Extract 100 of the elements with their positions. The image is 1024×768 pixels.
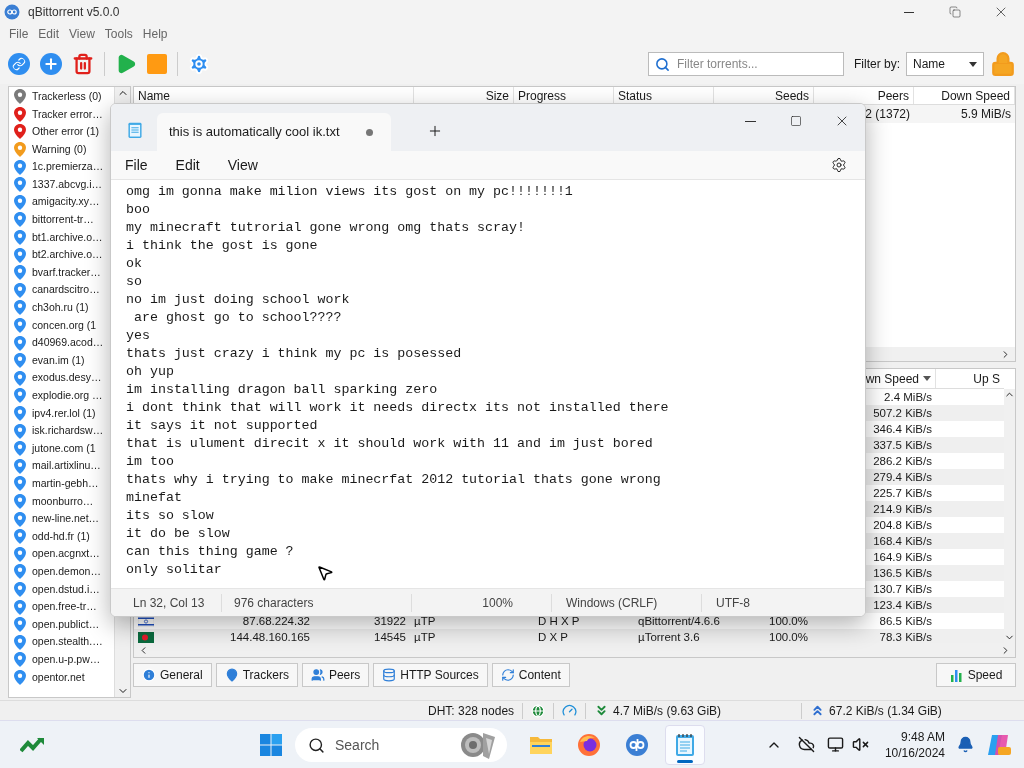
tracker-item[interactable]: mail.artixlinu… — [32, 458, 101, 475]
table-cell: 100.0% — [769, 631, 808, 643]
detail-tab[interactable]: HTTP Sources — [373, 662, 488, 687]
column-header[interactable]: Size — [485, 89, 509, 103]
cloud-off-icon[interactable] — [797, 736, 815, 753]
link-icon[interactable] — [8, 53, 30, 75]
tracker-item[interactable]: open.dstud.i… — [32, 581, 100, 598]
tracker-item[interactable]: odd-hd.fr (1) — [32, 528, 90, 545]
text-line: oh yup — [126, 363, 174, 381]
detail-tab[interactable]: Trackers — [215, 662, 298, 687]
table-cell: 168.4 KiB/s — [873, 535, 932, 547]
tracker-item[interactable]: concen.org (1 — [32, 317, 97, 334]
menu-item[interactable]: Tools — [99, 25, 138, 43]
tracker-item[interactable]: bvarf.tracker… — [32, 264, 101, 281]
table-cell: 279.4 KiB/s — [873, 471, 932, 483]
tracker-item[interactable]: open.stealth.… — [32, 634, 103, 651]
speaker-muted-icon[interactable] — [851, 736, 869, 753]
tracker-item[interactable]: martin-gebh… — [32, 476, 99, 492]
tracker-item[interactable]: Trackerless (0) — [32, 88, 102, 105]
tracker-item[interactable]: explodie.org … — [32, 388, 103, 404]
clock-time[interactable]: 9:48 AM — [900, 728, 945, 745]
text-line: thats just crazy i think my pc is posessed — [126, 345, 462, 363]
tracker-item[interactable]: canardscitro… — [32, 282, 100, 299]
tracker-item[interactable]: open.demon… — [32, 563, 101, 580]
tracker-item[interactable]: ipv4.rer.lol (1) — [32, 405, 96, 422]
column-header[interactable]: wn Speed — [865, 369, 919, 388]
menu-item[interactable]: File — [115, 154, 158, 176]
sort-arrow-icon — [923, 376, 931, 381]
database-icon — [382, 667, 397, 682]
filter-select[interactable]: Name — [906, 52, 984, 76]
speed-button[interactable]: Speed — [936, 662, 1016, 687]
column-header[interactable]: Name — [138, 89, 170, 103]
column-header[interactable]: Progress — [518, 89, 567, 103]
tracker-item[interactable]: open.u-p.pw… — [32, 651, 101, 668]
menu-item[interactable]: View — [64, 25, 100, 43]
monitor-icon[interactable] — [826, 736, 844, 753]
column-header[interactable]: Seeds — [774, 89, 809, 103]
tracker-item[interactable]: evan.im (1) — [32, 352, 85, 369]
status-text: 976 characters — [234, 595, 314, 610]
tracker-item[interactable]: jutone.com (1 — [32, 440, 96, 457]
column-header[interactable]: Peers — [877, 89, 909, 103]
tracker-item[interactable]: bt2.archive.o… — [32, 247, 103, 263]
menu-item[interactable]: View — [217, 154, 268, 176]
tracker-item[interactable]: Warning (0) — [32, 141, 87, 158]
tracker-item[interactable]: moonburro… — [32, 493, 94, 510]
table-cell: 78.3 KiB/s — [879, 631, 932, 643]
search-field[interactable]: Search — [295, 727, 507, 762]
column-header[interactable]: Up S — [973, 369, 1000, 388]
text-line: im too — [126, 453, 174, 471]
tracker-item[interactable]: amigacity.xy… — [32, 194, 100, 211]
tracker-item[interactable]: open.free-tr… — [32, 599, 97, 615]
text-line: only solitar — [126, 561, 222, 579]
tracker-item[interactable]: d40969.acod… — [32, 335, 104, 351]
detail-tab[interactable]: Content — [491, 662, 570, 687]
file-tab[interactable]: this is automatically cool ik.txt — [157, 113, 391, 151]
tracker-item[interactable]: new-line.net… — [32, 511, 100, 527]
content-icon — [500, 667, 515, 682]
delete-icon[interactable] — [72, 53, 94, 75]
taskbar-app[interactable] — [665, 724, 705, 765]
menu-item[interactable]: Edit — [33, 25, 65, 43]
detail-tab[interactable]: Peers — [301, 662, 370, 687]
tracker-item[interactable]: exodus.desy… — [32, 370, 102, 387]
text-line: its so slow — [126, 507, 214, 525]
tracker-item[interactable]: ch3oh.ru (1) — [32, 300, 89, 316]
tracker-item[interactable]: open.acgnxt… — [32, 546, 100, 563]
tracker-item[interactable]: bt1.archive.o… — [32, 229, 103, 246]
text-line: yes — [126, 327, 150, 345]
table-cell: 286.2 KiB/s — [873, 455, 932, 467]
tracker-item[interactable]: opentor.net — [32, 669, 85, 686]
copilot-icon[interactable] — [986, 732, 1012, 757]
table-cell: 204.8 KiB/s — [873, 519, 932, 531]
tracker-item[interactable]: bittorrent-tr… — [32, 212, 94, 228]
lock-icon[interactable] — [990, 51, 1016, 77]
column-header[interactable]: Status — [618, 89, 653, 103]
settings-icon[interactable] — [831, 157, 847, 173]
tracker-item[interactable]: open.publict… — [32, 616, 100, 633]
clock-date[interactable]: 10/16/2024 — [884, 744, 945, 761]
table-cell: 14545 — [374, 631, 406, 643]
detail-tab[interactable]: General — [133, 662, 212, 687]
text-line: it do be slow — [126, 525, 230, 543]
tracker-item[interactable]: Tracker error… — [32, 106, 103, 123]
add-icon[interactable] — [40, 53, 62, 75]
menu-item[interactable]: Help — [137, 25, 173, 43]
column-header[interactable]: Down Speed — [941, 89, 1010, 103]
tracker-item[interactable]: 1337.abcvg.i… — [32, 176, 103, 193]
dropdown-arrow-icon — [969, 61, 977, 67]
tracker-item[interactable]: Other error (1) — [32, 124, 100, 140]
text-line: can this thing game ? — [126, 543, 294, 561]
windows-logo-icon[interactable] — [259, 732, 283, 757]
tracker-item[interactable]: isk.richardsw… — [32, 423, 104, 439]
tracker-item[interactable]: 1c.premierza… — [32, 159, 104, 176]
bell-icon[interactable] — [957, 736, 974, 753]
menu-item[interactable]: Edit — [165, 154, 210, 176]
table-cell: D X P — [538, 631, 569, 643]
stock-chart-icon[interactable] — [20, 735, 46, 754]
filter-field[interactable]: Filter torrents... — [648, 52, 844, 76]
table-cell: 2.4 MiB/s — [884, 391, 932, 403]
new-tab-icon[interactable] — [427, 123, 443, 139]
globe-icon — [531, 703, 546, 718]
menu-item[interactable]: File — [4, 25, 34, 43]
